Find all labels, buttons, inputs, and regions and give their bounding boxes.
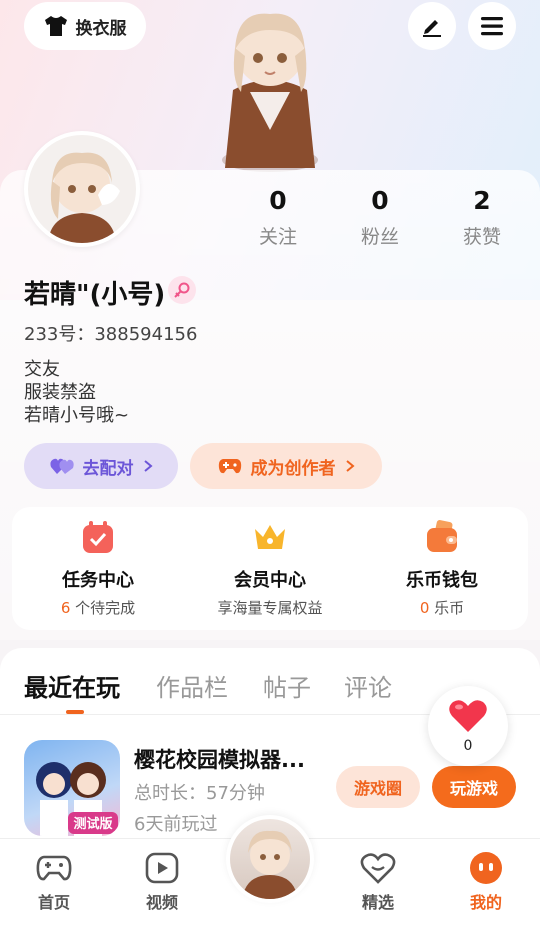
user-bio: 交友 服装禁盗 若晴小号哦~	[24, 358, 129, 427]
match-button[interactable]: 去配对	[24, 443, 178, 489]
heart-icon	[449, 700, 487, 732]
stat-fans-label: 粉丝	[360, 226, 399, 248]
task-count: 6	[60, 599, 71, 617]
play-game-button[interactable]: 玩游戏	[432, 766, 516, 808]
coin-count: 0	[419, 599, 430, 617]
calendar-check-icon	[83, 521, 113, 553]
task-center-subtitle: 6 个待完成	[12, 597, 184, 618]
tab-works[interactable]: 作品栏	[156, 668, 228, 703]
menu-button[interactable]	[468, 2, 516, 50]
change-outfit-label: 换衣服	[75, 18, 127, 39]
user-id: 233号：388594156	[24, 324, 198, 345]
stat-fans[interactable]: 0 粉丝	[340, 184, 420, 249]
nav-me[interactable]: 我的	[446, 851, 526, 913]
vip-center[interactable]: 会员中心 享海量专属权益	[184, 507, 356, 630]
like-count: 0	[463, 738, 473, 754]
game-badge: 测试版	[73, 816, 112, 832]
nav-video[interactable]: 视频	[122, 851, 202, 913]
feature-card: 任务中心 6 个待完成 会员中心 享海量专属权益 乐币钱包 0 乐币	[12, 507, 528, 630]
crown-icon	[255, 525, 285, 549]
tab-posts[interactable]: 帖子	[263, 668, 311, 703]
gender-badge	[168, 276, 196, 304]
bio-line: 若晴小号哦~	[24, 405, 130, 426]
nav-home[interactable]: 首页	[14, 851, 94, 913]
nav-video-label: 视频	[145, 893, 178, 912]
like-button[interactable]: 0	[428, 686, 508, 766]
coin-wallet-subtitle: 0 乐币	[356, 597, 528, 618]
match-button-label: 去配对	[82, 458, 134, 479]
become-creator-button[interactable]: 成为创作者	[190, 443, 382, 489]
nav-center-avatar[interactable]	[226, 815, 314, 903]
menu-icon	[481, 17, 503, 36]
heart-outline-icon	[360, 853, 396, 884]
avatar-figure[interactable]	[205, 0, 335, 172]
shirt-icon	[44, 16, 67, 36]
bio-line: 交友	[24, 359, 60, 380]
bio-line: 服装禁盗	[24, 382, 96, 403]
avatar-thumbnail	[242, 830, 298, 899]
stat-likes-value: 2	[473, 186, 491, 215]
vip-center-subtitle: 享海量专属权益	[217, 599, 323, 617]
play-icon	[145, 852, 179, 884]
become-creator-label: 成为创作者	[250, 458, 336, 479]
edit-profile-button[interactable]	[408, 2, 456, 50]
stat-likes-label: 获赞	[462, 226, 501, 248]
female-icon	[174, 282, 190, 298]
face-icon	[470, 852, 502, 884]
gamepad-icon	[36, 855, 72, 881]
user-name: 若晴"(小号)	[24, 280, 166, 310]
chevron-right-icon	[345, 460, 355, 472]
game-circle-button[interactable]: 游戏圈	[336, 766, 420, 808]
edit-icon	[423, 20, 441, 37]
nav-featured[interactable]: 精选	[338, 851, 418, 913]
coin-count-suffix: 乐币	[429, 599, 465, 617]
nav-me-label: 我的	[469, 893, 502, 912]
game-last-played: 6天前玩过	[134, 814, 218, 835]
controller-icon	[218, 459, 241, 474]
wallet-icon	[427, 520, 457, 552]
coin-wallet[interactable]: 乐币钱包 0 乐币	[356, 507, 528, 630]
hearts-icon	[49, 458, 74, 474]
stat-fans-value: 0	[371, 186, 389, 215]
avatar[interactable]	[24, 131, 140, 247]
game-title[interactable]: 樱花校园模拟器...	[134, 744, 305, 774]
game-icon[interactable]: 测试版	[24, 740, 120, 836]
nav-home-label: 首页	[37, 893, 70, 912]
stat-following-value: 0	[269, 186, 287, 215]
task-center-title: 任务中心	[62, 570, 134, 591]
stat-following[interactable]: 0 关注	[238, 184, 318, 249]
stat-following-label: 关注	[258, 226, 297, 248]
nav-featured-label: 精选	[361, 893, 394, 912]
vip-center-title: 会员中心	[234, 570, 306, 591]
stat-likes[interactable]: 2 获赞	[442, 184, 522, 249]
task-count-suffix: 个待完成	[70, 599, 136, 617]
tab-comments[interactable]: 评论	[344, 668, 392, 703]
task-center[interactable]: 任务中心 6 个待完成	[12, 507, 184, 630]
chevron-right-icon	[143, 460, 153, 472]
tab-recent-play[interactable]: 最近在玩	[24, 668, 120, 703]
change-outfit-button[interactable]: 换衣服	[24, 2, 146, 50]
game-duration: 总时长：57分钟	[134, 783, 265, 804]
coin-wallet-title: 乐币钱包	[406, 570, 478, 591]
